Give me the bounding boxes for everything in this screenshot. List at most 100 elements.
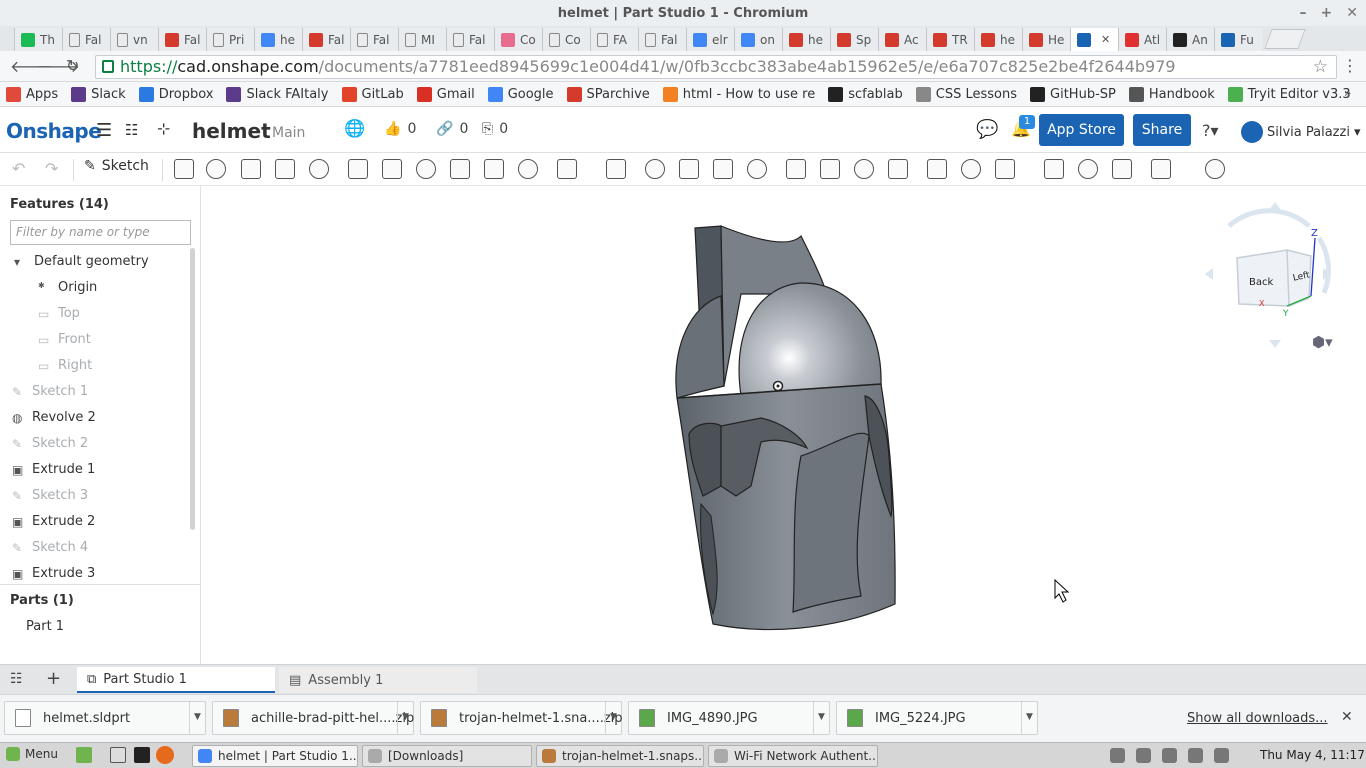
browser-tab[interactable]: Fal: [62, 28, 110, 51]
browser-tab[interactable]: ✕: [1070, 28, 1118, 51]
browser-tab[interactable]: Pri: [206, 28, 254, 51]
browser-tab[interactable]: Th: [14, 28, 62, 51]
close-tab-icon[interactable]: ✕: [1101, 33, 1110, 46]
bookmark-item[interactable]: SParchive: [566, 86, 650, 102]
reload-icon[interactable]: ↻: [66, 56, 79, 75]
likes-counter[interactable]: 👍 0: [384, 121, 416, 137]
measure-icon[interactable]: [1151, 159, 1171, 179]
download-options-icon[interactable]: ▼: [1021, 702, 1037, 734]
browser-tab[interactable]: Co: [494, 28, 542, 51]
browser-menu-icon[interactable]: ⋮: [1342, 56, 1358, 75]
volume-tray-icon[interactable]: [1214, 748, 1229, 763]
download-item[interactable]: trojan-helmet-1.sna....zip ▼: [420, 701, 623, 735]
add-custom-icon[interactable]: [1205, 159, 1225, 179]
feature-item-front[interactable]: ▭ Front: [38, 326, 91, 352]
browser-tab[interactable]: Co: [542, 28, 590, 51]
undo-icon[interactable]: ↶: [12, 159, 25, 178]
feature-item-origin[interactable]: ✱ Origin: [38, 274, 97, 300]
boolean-icon[interactable]: [645, 159, 665, 179]
feature-item-revolve-2[interactable]: ◍ Revolve 2: [12, 404, 96, 430]
mate-connector-icon[interactable]: [1044, 159, 1064, 179]
draft-icon[interactable]: [416, 159, 436, 179]
browser-tab[interactable]: Ac: [878, 28, 926, 51]
firefox-launcher-icon[interactable]: [156, 746, 174, 764]
download-item[interactable]: IMG_5224.JPG ▼: [836, 701, 1038, 735]
terminal-launcher-icon[interactable]: [134, 747, 150, 763]
browser-tab[interactable]: on: [734, 28, 782, 51]
revolve-icon[interactable]: [206, 159, 226, 179]
shield-tray-icon[interactable]: [1136, 748, 1151, 763]
bookmark-item[interactable]: Tryit Editor v3.3: [1227, 86, 1351, 102]
feature-list-scrollbar[interactable]: [190, 248, 195, 530]
download-options-icon[interactable]: ▼: [397, 702, 413, 734]
network-tray-icon[interactable]: [1162, 748, 1177, 763]
bookmark-item[interactable]: CSS Lessons: [915, 86, 1017, 102]
bookmark-item[interactable]: GitHub-SP: [1030, 86, 1116, 102]
delete-part-icon[interactable]: [747, 159, 767, 179]
more-bookmarks-icon[interactable]: »: [1344, 86, 1351, 100]
helmet-model[interactable]: [201, 186, 1366, 664]
split-icon[interactable]: [679, 159, 699, 179]
feature-item-sketch-4[interactable]: ✎ Sketch 4: [12, 534, 88, 560]
taskbar-window[interactable]: trojan-helmet-1.snaps...: [536, 745, 704, 767]
taskbar-window[interactable]: [Downloads]: [362, 745, 532, 767]
browser-tab[interactable]: Fal: [158, 28, 206, 51]
chamfer-icon[interactable]: [382, 159, 402, 179]
delete-face-icon[interactable]: [820, 159, 840, 179]
rib-icon[interactable]: [450, 159, 470, 179]
feature-item-default-geometry[interactable]: ▾ Default geometry: [14, 248, 149, 274]
bookmark-item[interactable]: Handbook: [1128, 86, 1215, 102]
thicken-icon[interactable]: [309, 159, 329, 179]
browser-tab[interactable]: he: [782, 28, 830, 51]
browser-tab[interactable]: Sp: [830, 28, 878, 51]
feature-item-sketch-3[interactable]: ✎ Sketch 3: [12, 482, 88, 508]
variable-icon[interactable]: [1112, 159, 1132, 179]
feature-item-top[interactable]: ▭ Top: [38, 300, 80, 326]
browser-tab[interactable]: MI: [398, 28, 446, 51]
share-button[interactable]: Share: [1133, 114, 1191, 146]
plane-icon[interactable]: [961, 159, 981, 179]
document-name[interactable]: helmet: [192, 119, 271, 143]
help-icon[interactable]: ?▾: [1202, 121, 1219, 140]
app-store-button[interactable]: App Store: [1039, 114, 1124, 146]
mirror-icon[interactable]: [606, 159, 626, 179]
modify-fillet-icon[interactable]: [786, 159, 806, 179]
bookmark-item[interactable]: Slack: [71, 86, 126, 102]
feature-item-sketch-2[interactable]: ✎ Sketch 2: [12, 430, 88, 456]
feature-item-extrude-3[interactable]: ▣ Extrude 3: [12, 560, 95, 586]
minimize-icon[interactable]: –: [1300, 0, 1307, 27]
tab-assembly-1[interactable]: ▤ Assembly 1: [279, 667, 477, 693]
download-item[interactable]: IMG_4890.JPG ▼: [628, 701, 830, 735]
linear-pattern-icon[interactable]: [557, 159, 577, 179]
extrude-icon[interactable]: [174, 159, 194, 179]
add-tab-icon[interactable]: +: [46, 668, 61, 689]
bookmark-item[interactable]: html - How to use re: [662, 86, 815, 102]
browser-tab[interactable]: vn: [110, 28, 158, 51]
download-options-icon[interactable]: ▼: [189, 702, 205, 734]
taskbar-window[interactable]: Wi-Fi Network Authent...: [708, 745, 878, 767]
globe-icon[interactable]: 🌐: [344, 119, 365, 139]
browser-tab[interactable]: Fal: [638, 28, 686, 51]
copies-counter[interactable]: ⎘ 0: [482, 121, 508, 137]
settings-tray-icon[interactable]: [1110, 748, 1125, 763]
redo-icon[interactable]: ↷: [45, 159, 58, 178]
user-menu[interactable]: Silvia Palazzi ▾: [1241, 121, 1360, 143]
tab-part-studio-1[interactable]: ⧉ Part Studio 1: [77, 667, 275, 693]
hole-icon[interactable]: [518, 159, 538, 179]
graphics-viewport[interactable]: Back Left Z Y X ⬢▾: [201, 186, 1366, 664]
derive-icon[interactable]: [1078, 159, 1098, 179]
tab-manager-icon[interactable]: ☷: [10, 671, 23, 687]
move-face-icon[interactable]: [854, 159, 874, 179]
hamburger-menu-icon[interactable]: ☰: [96, 120, 112, 141]
filter-input[interactable]: Filter by name or type: [10, 220, 191, 245]
helix-icon[interactable]: [995, 159, 1015, 179]
sweep-icon[interactable]: [241, 159, 261, 179]
show-all-downloads-link[interactable]: Show all downloads...: [1187, 711, 1328, 726]
offset-surface-icon[interactable]: [927, 159, 947, 179]
shell-icon[interactable]: [484, 159, 504, 179]
feature-list-icon[interactable]: ☷: [125, 121, 138, 139]
insert-icon[interactable]: ⊹: [157, 119, 170, 138]
feature-item-right[interactable]: ▭ Right: [38, 352, 92, 378]
onshape-logo[interactable]: Onshape: [6, 119, 102, 143]
download-options-icon[interactable]: ▼: [605, 702, 621, 734]
